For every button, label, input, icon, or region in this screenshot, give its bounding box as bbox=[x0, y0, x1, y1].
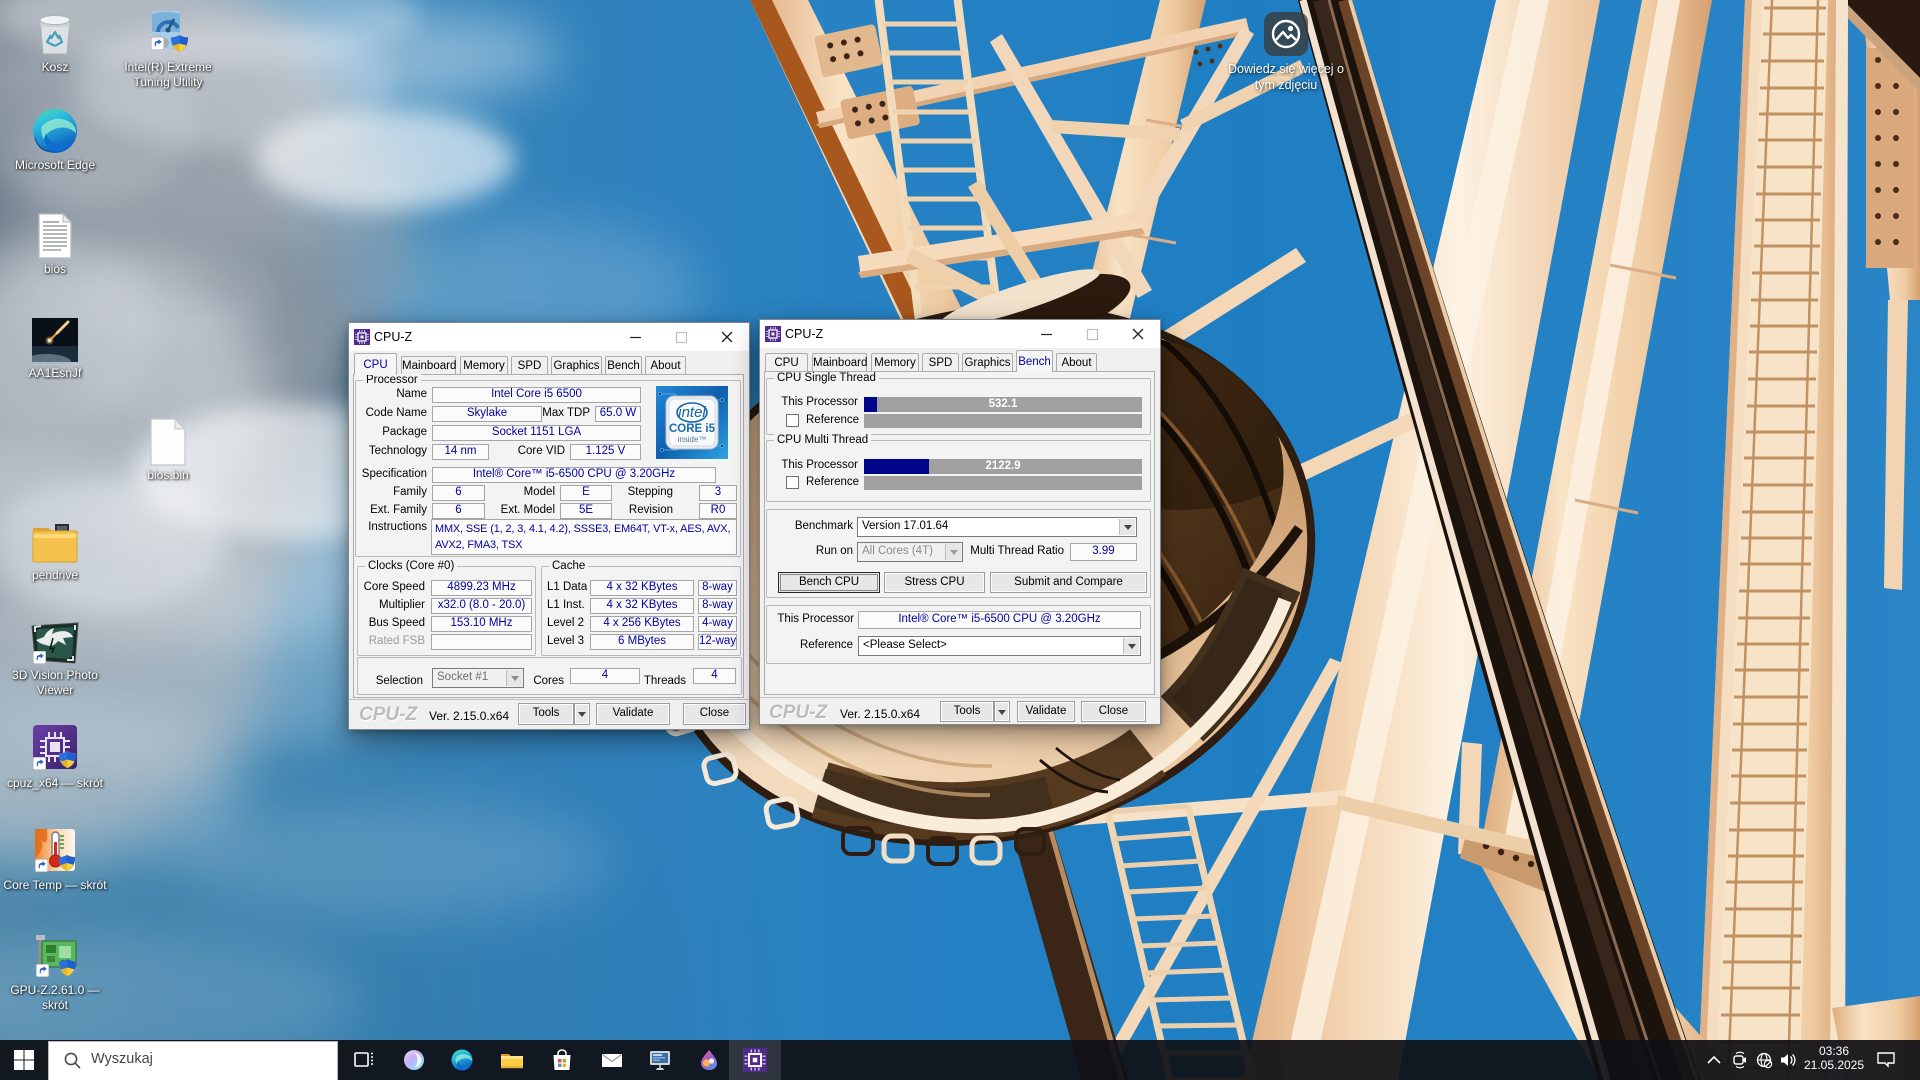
svg-text:CORE i5: CORE i5 bbox=[669, 423, 716, 435]
svg-text:inside™: inside™ bbox=[678, 435, 707, 444]
svg-text:intel: intel bbox=[678, 404, 706, 421]
